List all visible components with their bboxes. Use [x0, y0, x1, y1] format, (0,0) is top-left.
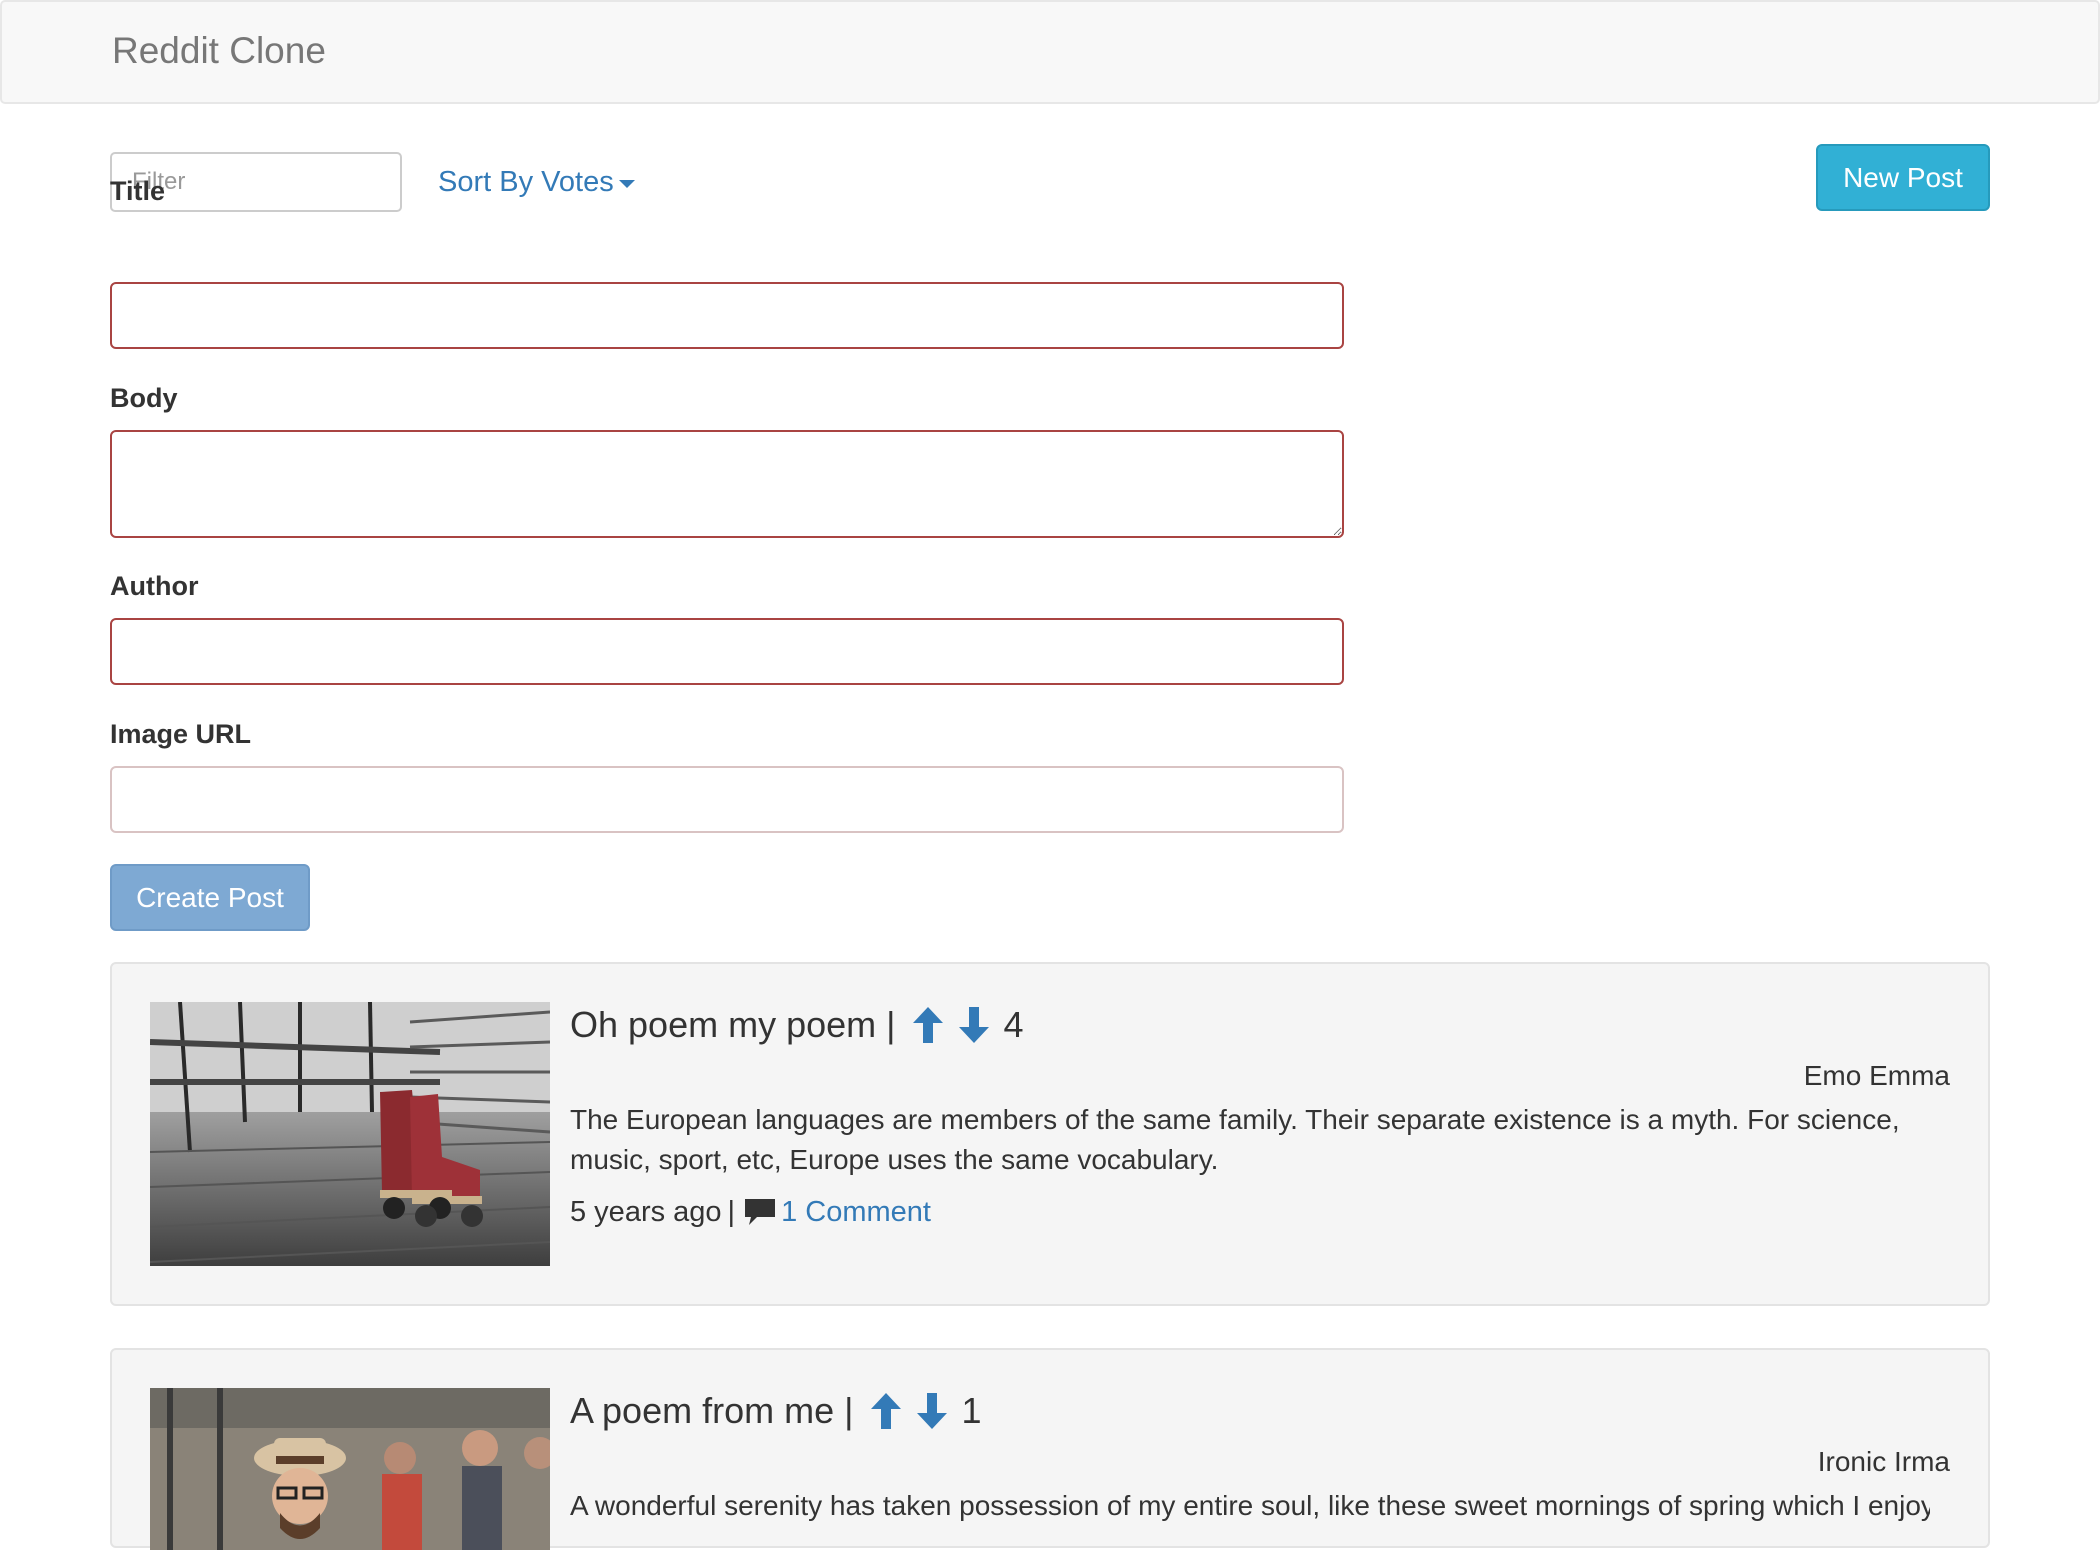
sort-dropdown-label: Sort By Votes	[438, 166, 614, 198]
post-title: A poem from me	[570, 1390, 835, 1431]
post-title-row: Oh poem my poem | 4	[570, 1004, 1024, 1046]
arrow-down-icon[interactable]	[917, 1393, 948, 1429]
arrow-down-icon[interactable]	[959, 1007, 990, 1043]
post-author: Ironic Irma	[1817, 1446, 1950, 1477]
comments-link[interactable]: 1 Comment	[781, 1196, 931, 1229]
vote-count: 4	[1003, 1004, 1024, 1045]
post-age: 5 years ago	[570, 1196, 722, 1228]
sort-dropdown[interactable]: Sort By Votes	[438, 166, 635, 199]
post-image	[150, 1002, 550, 1266]
author-field[interactable]	[110, 618, 1344, 685]
post-meta: 5 years ago | 1 Comment	[570, 1196, 931, 1229]
caret-down-icon	[618, 180, 635, 188]
title-separator: |	[886, 1004, 896, 1045]
post-image	[150, 1388, 550, 1550]
body-label: Body	[110, 383, 178, 413]
navbar-brand[interactable]: Reddit Clone	[112, 30, 326, 72]
image-url-field[interactable]	[110, 766, 1344, 833]
post-body: A wonderful serenity has taken possessio…	[570, 1490, 1930, 1521]
vote-count: 1	[961, 1390, 982, 1431]
image-url-label: Image URL	[110, 719, 252, 749]
post-card: A poem from me | 1 Ironic Irma A wonderf…	[110, 1348, 1990, 1550]
arrow-up-icon[interactable]	[871, 1393, 902, 1429]
post-body: The European languages are members of th…	[570, 1104, 1900, 1175]
title-label: Title	[110, 176, 166, 206]
create-post-button[interactable]: Create Post	[110, 864, 310, 931]
post-title-row: A poem from me | 1	[570, 1390, 981, 1432]
post-card: Oh poem my poem | 4 Emo Emma The Europea…	[110, 962, 1990, 1306]
author-label: Author	[110, 571, 199, 601]
title-field[interactable]	[110, 282, 1344, 349]
arrow-up-icon[interactable]	[913, 1007, 944, 1043]
comment-icon	[745, 1198, 776, 1225]
title-separator: |	[844, 1390, 854, 1431]
meta-separator: |	[727, 1196, 736, 1228]
body-field[interactable]	[110, 430, 1344, 538]
post-title: Oh poem my poem	[570, 1004, 877, 1045]
new-post-button[interactable]: New Post	[1816, 144, 1990, 211]
post-author: Emo Emma	[1803, 1060, 1950, 1091]
navbar: Reddit Clone	[0, 0, 2100, 104]
